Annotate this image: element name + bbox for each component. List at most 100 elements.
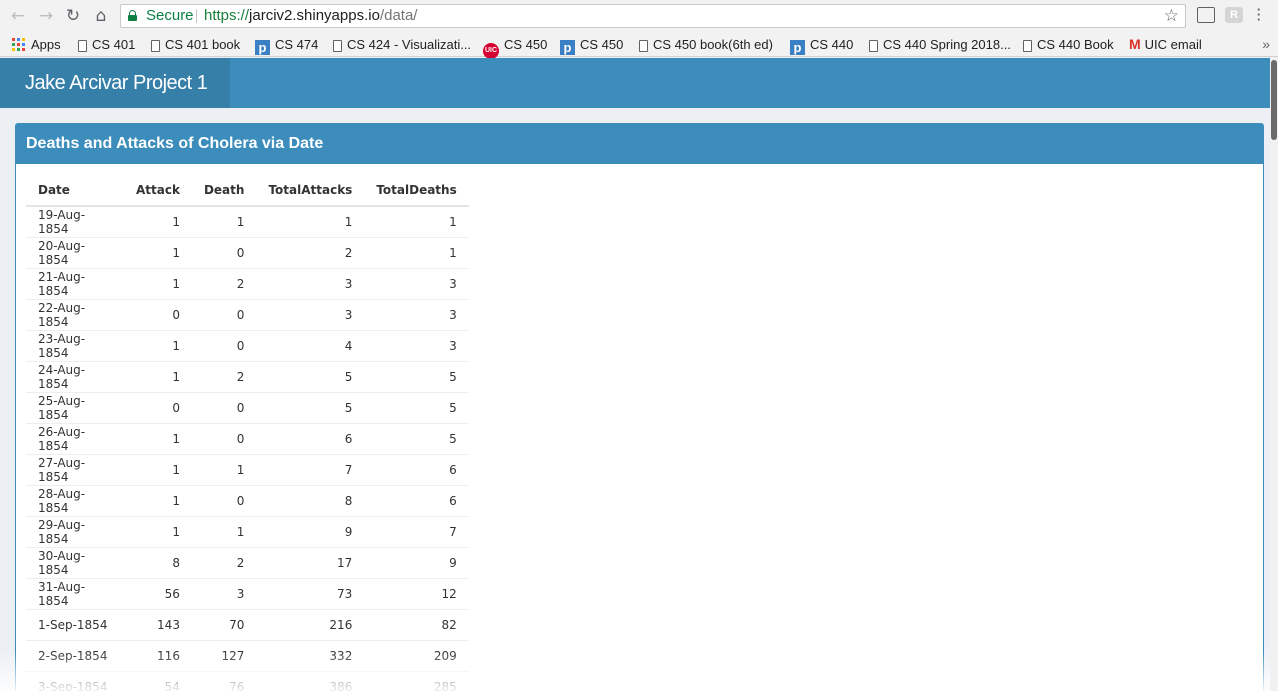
bookmark-label: CS 450 xyxy=(504,37,548,52)
table-cell: 24-Aug-1854 xyxy=(26,360,124,392)
uic-logo-icon: UIC xyxy=(483,43,499,59)
bookmark-label: CS 440 xyxy=(810,37,854,52)
lock-icon xyxy=(128,10,137,21)
table-row: 31-Aug-1854 56 3 73 12 xyxy=(26,577,469,609)
column-header-attack[interactable]: Attack xyxy=(124,174,192,207)
bookmark-cs440-book[interactable]: CS 440 Book xyxy=(1023,36,1114,53)
table-cell: 1 xyxy=(124,205,192,237)
table-cell: 3 xyxy=(364,298,469,330)
bookmark-cs424[interactable]: CS 424 - Visualizati... xyxy=(333,36,471,53)
extension-icon[interactable]: R xyxy=(1225,7,1243,23)
table-row: 3-Sep-1854 54 76 386 285 xyxy=(26,670,469,691)
apps-grid-icon xyxy=(12,38,26,52)
bookmarks-bar: Apps CS 401 CS 401 book p CS 474 CS 424 -… xyxy=(0,32,1278,59)
table-cell: 9 xyxy=(364,546,469,578)
table-cell: 0 xyxy=(191,391,257,423)
bookmark-label: CS 440 Book xyxy=(1037,37,1114,52)
bookmark-apps[interactable]: Apps xyxy=(12,36,61,53)
forward-arrow-icon[interactable]: → xyxy=(36,6,56,26)
browser-toolbar: ← → ↻ ⌂ Secure https://jarciv2.shinyapps… xyxy=(0,0,1278,32)
table-cell: 70 xyxy=(191,608,257,640)
table-cell: 21-Aug-1854 xyxy=(26,267,124,299)
bookmark-cs440-spring[interactable]: CS 440 Spring 2018... xyxy=(869,36,1011,53)
page-content: Jake Arcivar Project 1 Deaths and Attack… xyxy=(0,58,1270,691)
table-cell: 3 xyxy=(256,298,365,330)
table-row: 28-Aug-1854 1 0 8 6 xyxy=(26,484,469,516)
table-cell: 3 xyxy=(364,267,469,299)
box-title: Deaths and Attacks of Cholera via Date xyxy=(16,124,1263,164)
omnibox-divider xyxy=(196,9,197,23)
bookmark-uic-email[interactable]: M UIC email xyxy=(1129,36,1202,53)
table-row: 19-Aug-1854 1 1 1 1 xyxy=(26,205,469,237)
app-title[interactable]: Jake Arcivar Project 1 xyxy=(0,58,230,108)
table-cell: 0 xyxy=(191,329,257,361)
table-cell: 12 xyxy=(364,577,469,609)
column-header-total-attacks[interactable]: TotalAttacks xyxy=(256,174,365,207)
table-cell: 0 xyxy=(191,484,257,516)
table-row: 23-Aug-1854 1 0 4 3 xyxy=(26,329,469,361)
bookmark-star-icon[interactable]: ☆ xyxy=(1164,5,1179,27)
bookmark-cs450-book[interactable]: CS 450 book(6th ed) xyxy=(639,36,773,53)
bookmark-label: CS 450 book(6th ed) xyxy=(653,37,773,52)
table-cell: 1 xyxy=(191,205,257,237)
table-row: 21-Aug-1854 1 2 3 3 xyxy=(26,267,469,299)
gmail-icon: M xyxy=(1129,36,1141,52)
table-cell: 17 xyxy=(256,546,365,578)
column-header-total-deaths[interactable]: TotalDeaths xyxy=(364,174,469,207)
back-arrow-icon[interactable]: ← xyxy=(8,6,28,26)
table-row: 20-Aug-1854 1 0 2 1 xyxy=(26,236,469,268)
table-cell: 1 xyxy=(191,515,257,547)
table-cell: 1 xyxy=(124,267,192,299)
table-cell: 1 xyxy=(364,236,469,268)
more-bookmarks-icon[interactable]: » xyxy=(1262,36,1270,52)
table-cell: 0 xyxy=(191,422,257,454)
column-header-death[interactable]: Death xyxy=(191,174,257,207)
bookmark-cs440[interactable]: p CS 440 xyxy=(790,36,854,55)
reload-icon[interactable]: ↻ xyxy=(63,6,83,26)
table-cell: 1 xyxy=(124,360,192,392)
table-cell: 127 xyxy=(191,639,257,671)
document-icon xyxy=(1023,40,1032,52)
column-header-date[interactable]: Date xyxy=(26,174,124,207)
browser-menu-icon[interactable]: · · · xyxy=(1254,3,1264,26)
table-cell: 5 xyxy=(364,422,469,454)
bookmark-cs401[interactable]: CS 401 xyxy=(78,36,135,53)
secure-label: Secure xyxy=(146,7,194,24)
table-row: 2-Sep-1854 116 127 332 209 xyxy=(26,639,469,671)
bookmark-label: CS 474 xyxy=(275,37,319,52)
table-cell: 27-Aug-1854 xyxy=(26,453,124,485)
document-icon xyxy=(333,40,342,52)
cholera-table: Date Attack Death TotalAttacks TotalDeat… xyxy=(26,174,469,691)
scrollbar-thumb[interactable] xyxy=(1271,60,1277,140)
table-cell: 82 xyxy=(364,608,469,640)
bookmark-label: CS 450 xyxy=(580,37,624,52)
table-header-row: Date Attack Death TotalAttacks TotalDeat… xyxy=(26,174,469,207)
bookmark-cs450-piazza[interactable]: p CS 450 xyxy=(560,36,624,55)
bookmark-cs450-uic[interactable]: UIC CS 450 xyxy=(483,36,548,59)
table-cell: 1 xyxy=(124,515,192,547)
bookmark-cs401-book[interactable]: CS 401 book xyxy=(151,36,240,53)
home-icon[interactable]: ⌂ xyxy=(91,6,111,26)
url-text[interactable]: https://jarciv2.shinyapps.io/data/ xyxy=(204,5,417,27)
bookmark-label: CS 440 Spring 2018... xyxy=(883,37,1011,52)
page-scrollbar[interactable] xyxy=(1270,58,1278,691)
table-cell: 3 xyxy=(256,267,365,299)
bookmark-label: CS 401 book xyxy=(165,37,241,52)
table-cell: 7 xyxy=(364,515,469,547)
table-row: 25-Aug-1854 0 0 5 5 xyxy=(26,391,469,423)
bookmark-label: Apps xyxy=(31,37,61,52)
table-cell: 2 xyxy=(191,546,257,578)
cast-icon[interactable] xyxy=(1197,7,1215,23)
table-cell: 2-Sep-1854 xyxy=(26,639,124,671)
table-cell: 1 xyxy=(124,329,192,361)
table-cell: 73 xyxy=(256,577,365,609)
data-box: Deaths and Attacks of Cholera via Date D… xyxy=(15,123,1264,691)
address-bar[interactable]: Secure https://jarciv2.shinyapps.io/data… xyxy=(120,4,1186,28)
table-cell: 0 xyxy=(124,298,192,330)
table-cell: 76 xyxy=(191,670,257,691)
table-cell: 0 xyxy=(191,236,257,268)
table-cell: 332 xyxy=(256,639,365,671)
table-cell: 1 xyxy=(124,484,192,516)
table-cell: 5 xyxy=(364,360,469,392)
bookmark-cs474[interactable]: p CS 474 xyxy=(255,36,319,55)
